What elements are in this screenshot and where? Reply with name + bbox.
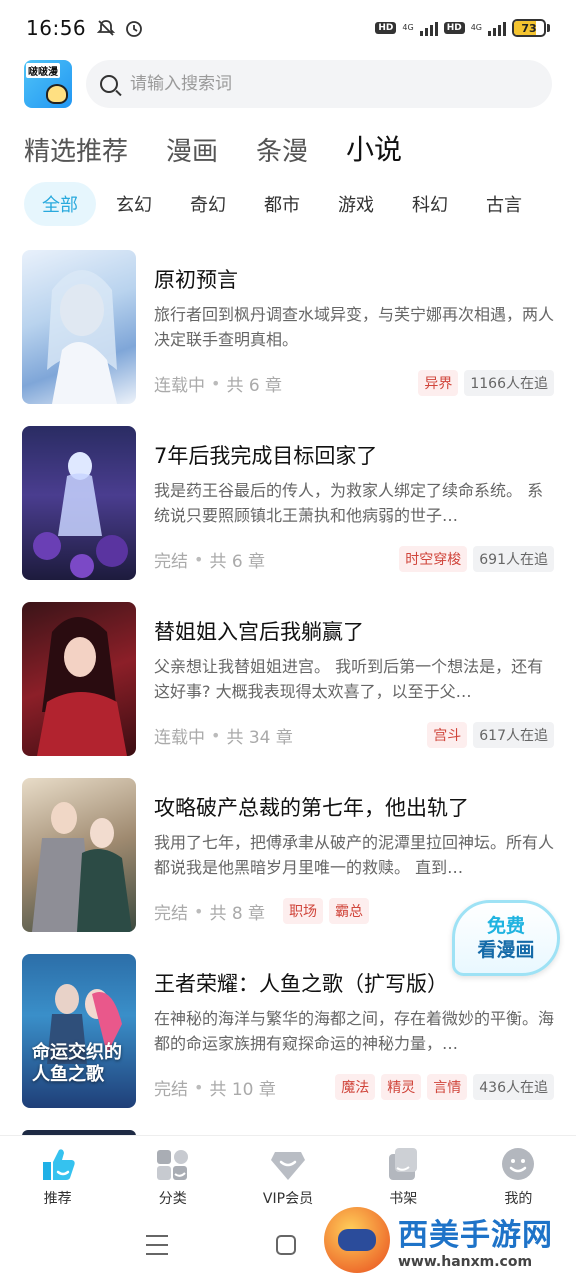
book-status: 完结 bbox=[154, 551, 188, 572]
book-title: 替姐姐入宫后我躺赢了 bbox=[154, 620, 364, 644]
genre-tag: 言情 bbox=[427, 1074, 468, 1100]
book-cover[interactable]: 命运交织的 人鱼之歌 bbox=[22, 954, 136, 1108]
book-status: 完结 bbox=[154, 903, 188, 924]
read-comics-label: 看漫画 bbox=[477, 939, 535, 961]
book-title: 7年后我完成目标回家了 bbox=[154, 444, 378, 468]
bookshelf-icon bbox=[389, 1148, 418, 1180]
genre-tag: 宫斗 bbox=[427, 722, 468, 748]
book-desc: 我是药王谷最后的传人，为救家人绑定了续命系统。 系统说只要照顾镇北王萧执和他病弱… bbox=[154, 481, 544, 525]
nav-label: 分类 bbox=[158, 1191, 187, 1207]
book-chapters: 共 10 章 bbox=[209, 1079, 276, 1100]
chip-scifi[interactable]: 科幻 bbox=[394, 182, 466, 226]
book-cover[interactable] bbox=[22, 250, 136, 404]
genre-tag: 魔法 bbox=[335, 1074, 376, 1100]
reader-count: 617人在追 bbox=[473, 722, 554, 748]
search-row: 啵啵漫 bbox=[0, 56, 576, 112]
watermark-title: 西美手游网 bbox=[398, 1218, 553, 1253]
chip-all[interactable]: 全部 bbox=[24, 182, 96, 226]
search-icon bbox=[100, 75, 118, 93]
tab-novels[interactable]: 小说 bbox=[346, 128, 403, 174]
book-desc: 旅行者回到枫丹调查水域异变，与芙宁娜再次相遇，两人决定联手查明真相。 bbox=[154, 305, 554, 349]
genre-tag: 霸总 bbox=[329, 898, 370, 924]
bell-muted-icon bbox=[96, 20, 116, 36]
book-desc: 我用了七年，把傅承聿从破产的泥潭里拉回神坛。所有人都说我是他黑暗岁月里唯一的救赎… bbox=[154, 833, 554, 877]
logo-text: 啵啵漫 bbox=[26, 63, 60, 78]
logo-face bbox=[46, 84, 68, 104]
reader-count: 1166人在追 bbox=[464, 370, 554, 396]
nav-recommend[interactable]: 推荐 bbox=[0, 1136, 115, 1215]
free-comics-button[interactable]: 免费 看漫画 bbox=[452, 900, 560, 976]
book-cover[interactable] bbox=[22, 602, 136, 756]
battery-level: 73 bbox=[521, 21, 537, 35]
book-item[interactable]: 7年后我完成目标回家了 我是药王谷最后的传人，为救家人绑定了续命系统。 系统说只… bbox=[0, 426, 576, 602]
book-item[interactable]: 原初预言 旅行者回到枫丹调查水域异变，与芙宁娜再次相遇，两人决定联手查明真相。 … bbox=[0, 250, 576, 426]
chip-xuanhuan[interactable]: 玄幻 bbox=[98, 182, 170, 226]
free-label: 免费 bbox=[486, 915, 525, 937]
status-time: 16:56 bbox=[26, 16, 87, 40]
cover-title: 命运交织的 人鱼之歌 bbox=[32, 1042, 122, 1085]
hd-badge-2: HD bbox=[443, 22, 465, 34]
genre-tag: 精灵 bbox=[381, 1074, 422, 1100]
hd-badge: HD bbox=[375, 22, 397, 34]
tab-featured[interactable]: 精选推荐 bbox=[24, 131, 128, 174]
book-status: 连载中 bbox=[154, 727, 205, 748]
genre-tag: 异界 bbox=[418, 370, 459, 396]
search-box[interactable] bbox=[86, 60, 552, 108]
smiley-face-icon bbox=[502, 1148, 535, 1180]
book-title: 原初预言 bbox=[154, 268, 238, 292]
book-item[interactable]: 替姐姐入宫后我躺赢了 父亲想让我替姐姐进宫。 我听到后第一个想法是，还有这好事?… bbox=[0, 602, 576, 778]
book-title: 攻略破产总裁的第七年，他出轨了 bbox=[154, 796, 469, 820]
chip-ancient[interactable]: 古言 bbox=[468, 182, 540, 226]
genre-tag: 时空穿梭 bbox=[399, 546, 468, 572]
book-item[interactable]: 命运交织的 人鱼之歌 王者荣耀：人鱼之歌（扩写版） 在神秘的海洋与繁华的海都之间… bbox=[0, 954, 576, 1130]
thumbs-up-icon bbox=[42, 1149, 75, 1180]
book-desc: 在神秘的海洋与繁华的海都之间，存在着微妙的平衡。海都的命运家族拥有窥探命运的神秘… bbox=[154, 1009, 554, 1053]
signal-icon bbox=[419, 20, 438, 36]
book-chapters: 共 8 章 bbox=[209, 903, 266, 924]
chip-urban[interactable]: 都市 bbox=[246, 182, 318, 226]
site-watermark: 西美手游网 www.hanxm.com bbox=[324, 1200, 576, 1280]
book-chapters: 共 6 章 bbox=[226, 375, 283, 396]
recent-apps-button[interactable] bbox=[146, 1235, 168, 1255]
book-status: 完结 bbox=[154, 1079, 188, 1100]
alarm-icon bbox=[126, 21, 143, 37]
signal-icon-2 bbox=[488, 20, 506, 36]
nav-label: VIP会员 bbox=[262, 1191, 314, 1207]
watermark-url: www.hanxm.com bbox=[398, 1254, 533, 1270]
nav-categories[interactable]: 分类 bbox=[115, 1136, 230, 1215]
reader-count: 436人在追 bbox=[473, 1074, 554, 1100]
tab-comics[interactable]: 漫画 bbox=[166, 131, 218, 174]
book-desc: 父亲想让我替姐姐进宫。 我听到后第一个想法是，还有这好事? 大概我表现得太欢喜了… bbox=[154, 657, 544, 701]
battery-icon: 73 bbox=[512, 19, 550, 37]
book-status: 连载中 bbox=[154, 375, 205, 396]
book-chapters: 共 34 章 bbox=[226, 727, 293, 748]
genre-tag: 职场 bbox=[283, 898, 324, 924]
category-icon bbox=[156, 1150, 188, 1180]
book-chapters: 共 6 章 bbox=[209, 551, 266, 572]
nav-label: 推荐 bbox=[43, 1191, 72, 1207]
gamepad-logo-icon bbox=[324, 1207, 390, 1273]
chip-game[interactable]: 游戏 bbox=[320, 182, 392, 226]
book-list: 原初预言 旅行者回到枫丹调查水域异变，与芙宁娜再次相遇，两人决定联手查明真相。 … bbox=[0, 250, 576, 1142]
book-cover[interactable] bbox=[22, 426, 136, 580]
network-type-2: 4G bbox=[470, 23, 482, 32]
app-logo[interactable]: 啵啵漫 bbox=[24, 60, 72, 108]
category-chips: 全部 玄幻 奇幻 都市 游戏 科幻 古言 bbox=[24, 182, 542, 226]
chip-fantasy[interactable]: 奇幻 bbox=[172, 182, 244, 226]
home-button[interactable] bbox=[276, 1235, 296, 1255]
main-tabs: 精选推荐 漫画 条漫 小说 bbox=[24, 124, 403, 174]
reader-count: 691人在追 bbox=[473, 546, 554, 572]
search-input[interactable] bbox=[130, 74, 538, 94]
book-cover[interactable] bbox=[22, 778, 136, 932]
status-bar: 16:56 HD 4G HD 4G 73 bbox=[0, 0, 576, 56]
vip-diamond-icon bbox=[271, 1152, 305, 1180]
network-type: 4G bbox=[402, 23, 414, 32]
tab-strip-comics[interactable]: 条漫 bbox=[256, 131, 308, 174]
